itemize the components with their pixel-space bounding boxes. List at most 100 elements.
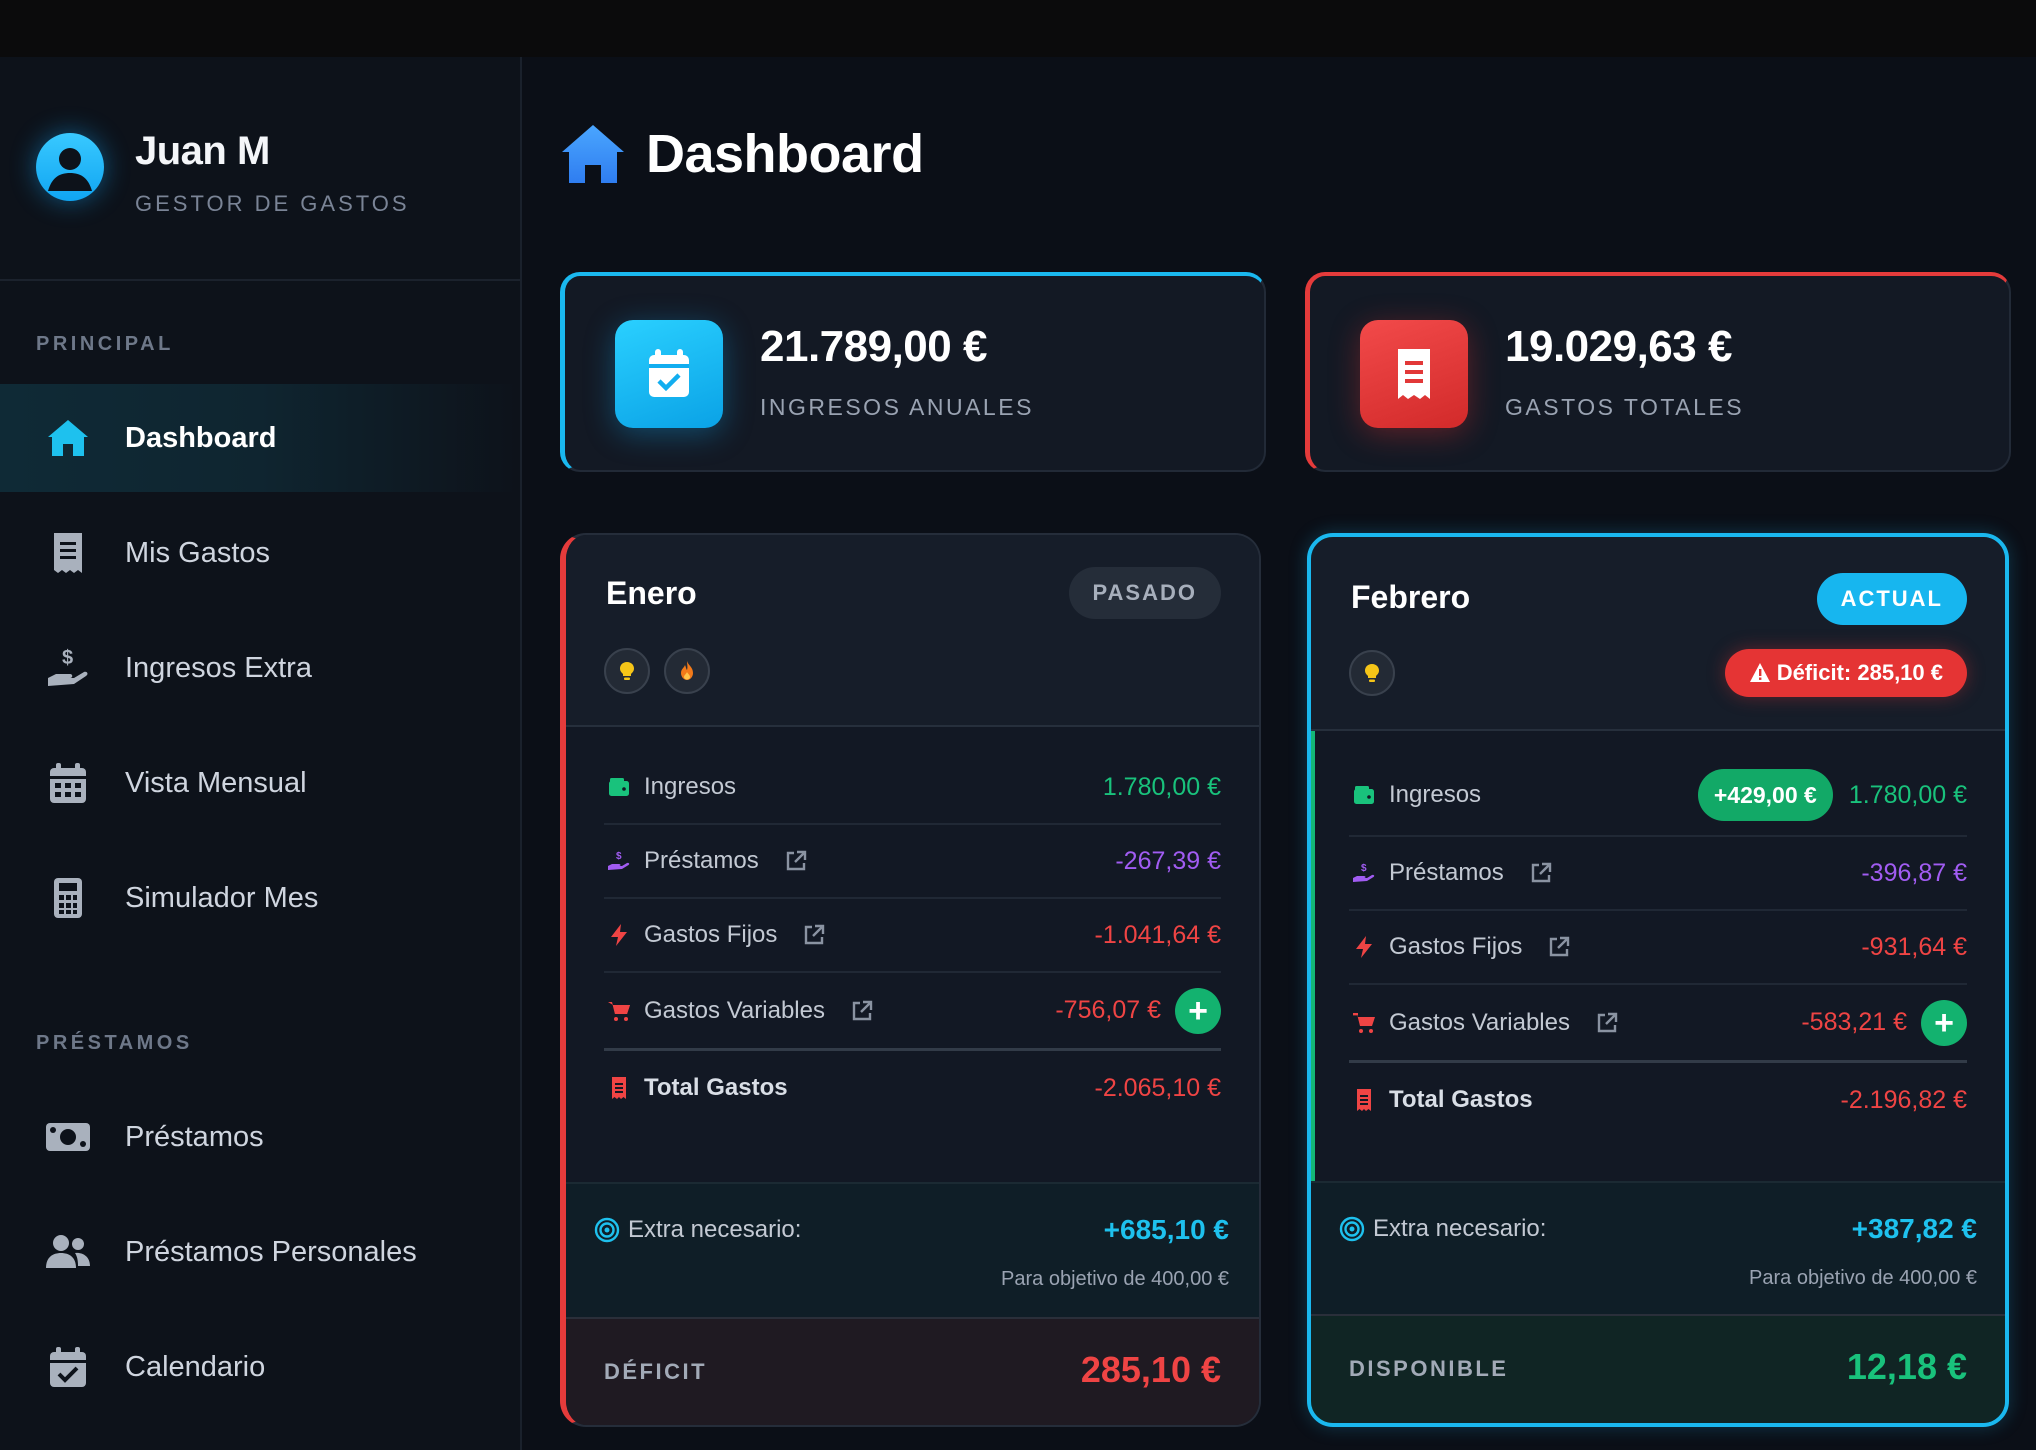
row-label: Gastos Fijos: [1389, 933, 1523, 960]
sidebar-item-label: Dashboard: [125, 421, 277, 454]
user-icon: [48, 148, 92, 191]
receipt-icon: [604, 1073, 634, 1103]
wallet-icon: [1349, 780, 1379, 810]
row-gastos-variables: Gastos Variables -756,07 € +: [604, 973, 1221, 1051]
sidebar-item-label: Calendario: [125, 1350, 266, 1383]
sidebar-item-calendario[interactable]: Calendario: [0, 1313, 520, 1421]
calculator-icon: [40, 870, 96, 926]
money-bill-icon: [40, 1109, 96, 1165]
row-value: 1.780,00 €: [1848, 780, 1967, 809]
row-value: -267,39 €: [1115, 846, 1221, 875]
sidebar-item-prestamos[interactable]: Préstamos: [0, 1083, 520, 1191]
external-link-icon[interactable]: [1594, 1010, 1620, 1036]
row-label: Gastos Variables: [644, 996, 825, 1024]
lightbulb-icon[interactable]: [604, 648, 650, 694]
svg-text:$: $: [616, 851, 622, 862]
external-link-icon[interactable]: [801, 922, 827, 948]
add-expense-button[interactable]: +: [1921, 999, 1967, 1046]
balance-label: DISPONIBLE: [1349, 1356, 1509, 1381]
row-ingresos: Ingresos 1.780,00 €: [604, 751, 1221, 825]
sidebar-item-ingresos-extra[interactable]: $ Ingresos Extra: [0, 614, 520, 722]
balance-value: 285,10 €: [1080, 1349, 1221, 1390]
month-name: Febrero: [1351, 579, 1471, 615]
shopping-cart-icon: [604, 996, 634, 1026]
sidebar-item-label: Mis Gastos: [125, 536, 271, 569]
sidebar-item-label: Simulador Mes: [125, 881, 319, 914]
annual-income-value: 21.789,00 €: [760, 322, 987, 371]
receipt-icon: [1349, 1085, 1379, 1115]
status-badge: ACTUAL: [1816, 573, 1967, 625]
income-diff-badge: +429,00 €: [1697, 769, 1833, 821]
users-icon: [40, 1224, 96, 1280]
user-role: GESTOR DE GASTOS: [135, 191, 410, 216]
row-prestamos: $ Préstamos -396,87 €: [1349, 837, 1967, 911]
shopping-cart-icon: [1349, 1008, 1379, 1038]
row-gastos-fijos: Gastos Fijos -931,64 €: [1349, 911, 1967, 985]
home-icon: [40, 410, 96, 466]
row-prestamos: $ Préstamos -267,39 €: [604, 825, 1221, 899]
receipt-icon: [1360, 320, 1468, 428]
external-link-icon[interactable]: [1546, 934, 1572, 960]
sidebar-item-prestamos-personales[interactable]: Préstamos Personales: [0, 1198, 520, 1306]
add-expense-button[interactable]: +: [1175, 987, 1221, 1034]
lightbulb-icon[interactable]: [1349, 650, 1395, 696]
row-value: -756,07 €: [1055, 996, 1161, 1024]
hand-dollar-icon: $: [40, 640, 96, 696]
row-value: -583,21 €: [1801, 1008, 1907, 1036]
extra-needed-value: +387,82 €: [1851, 1213, 1977, 1244]
sidebar-item-label: Ingresos Extra: [125, 651, 312, 684]
month-card-febrero[interactable]: Febrero ACTUAL Déficit: 285,10 € Ingreso…: [1307, 533, 2009, 1427]
calendar-icon: [40, 755, 96, 811]
row-label: Total Gastos: [1389, 1086, 1533, 1113]
window-top-bar: [0, 0, 2036, 57]
external-link-icon[interactable]: [783, 848, 809, 874]
bolt-icon: [604, 920, 634, 950]
home-icon: [560, 123, 626, 185]
user-name: Juan M: [135, 129, 270, 173]
row-total-gastos: Total Gastos -2.196,82 €: [1349, 1063, 1967, 1137]
svg-text:$: $: [62, 647, 73, 669]
row-label: Total Gastos: [644, 1074, 788, 1101]
sidebar-item-simulador-mes[interactable]: Simulador Mes: [0, 844, 520, 952]
deficit-alert-badge: Déficit: 285,10 €: [1724, 649, 1967, 697]
month-balance: DISPONIBLE 12,18 €: [1311, 1314, 2005, 1423]
extra-needed-label: Extra necesario:: [628, 1216, 802, 1243]
svg-text:$: $: [1361, 863, 1367, 874]
calendar-check-icon: [40, 1339, 96, 1395]
sidebar-item-mis-gastos[interactable]: Mis Gastos: [0, 499, 520, 607]
deficit-alert-text: Déficit: 285,10 €: [1776, 660, 1943, 685]
extra-needed-box: Extra necesario: +685,10 € Para objetivo…: [566, 1182, 1259, 1317]
row-value: -2.196,82 €: [1840, 1085, 1968, 1114]
external-link-icon[interactable]: [849, 998, 875, 1024]
section-label-principal: PRINCIPAL: [36, 333, 174, 355]
hand-dollar-icon: $: [604, 846, 634, 876]
sidebar-item-label: Vista Mensual: [125, 766, 307, 799]
target-icon: [594, 1217, 620, 1243]
sidebar-item-dashboard[interactable]: Dashboard: [0, 384, 520, 492]
row-label: Ingresos: [644, 773, 737, 800]
extra-needed-box: Extra necesario: +387,82 € Para objetivo…: [1311, 1181, 2005, 1316]
row-value: -931,64 €: [1861, 932, 1967, 961]
row-ingresos: Ingresos +429,00 € 1.780,00 €: [1349, 755, 1967, 837]
fire-icon[interactable]: [664, 648, 710, 694]
month-name: Enero: [606, 575, 697, 611]
warning-icon: [1749, 663, 1770, 682]
sidebar-item-vista-mensual[interactable]: Vista Mensual: [0, 729, 520, 837]
month-balance: DÉFICIT 285,10 €: [566, 1317, 1259, 1425]
extra-needed-label: Extra necesario:: [1373, 1215, 1547, 1242]
row-value: 1.780,00 €: [1102, 772, 1221, 801]
page-header: Dashboard: [560, 118, 924, 190]
month-card-enero[interactable]: Enero PASADO Ingresos 1.780,00 € $ Prést…: [560, 533, 1261, 1427]
row-label: Gastos Variables: [1389, 1008, 1570, 1036]
month-card-header: Enero PASADO: [566, 535, 1259, 727]
external-link-icon[interactable]: [1528, 860, 1554, 886]
total-expenses-card: 19.029,63 € GASTOS TOTALES: [1305, 272, 2011, 472]
bolt-icon: [1349, 932, 1379, 962]
row-gastos-variables: Gastos Variables -583,21 € +: [1349, 985, 1967, 1063]
target-icon: [1339, 1216, 1365, 1242]
row-value: -2.065,10 €: [1094, 1073, 1222, 1102]
total-expenses-label: GASTOS TOTALES: [1505, 394, 1745, 420]
avatar[interactable]: [36, 133, 104, 201]
user-profile: Juan M GESTOR DE GASTOS: [0, 57, 520, 281]
sidebar: Juan M GESTOR DE GASTOS PRINCIPAL Dashbo…: [0, 57, 522, 1450]
